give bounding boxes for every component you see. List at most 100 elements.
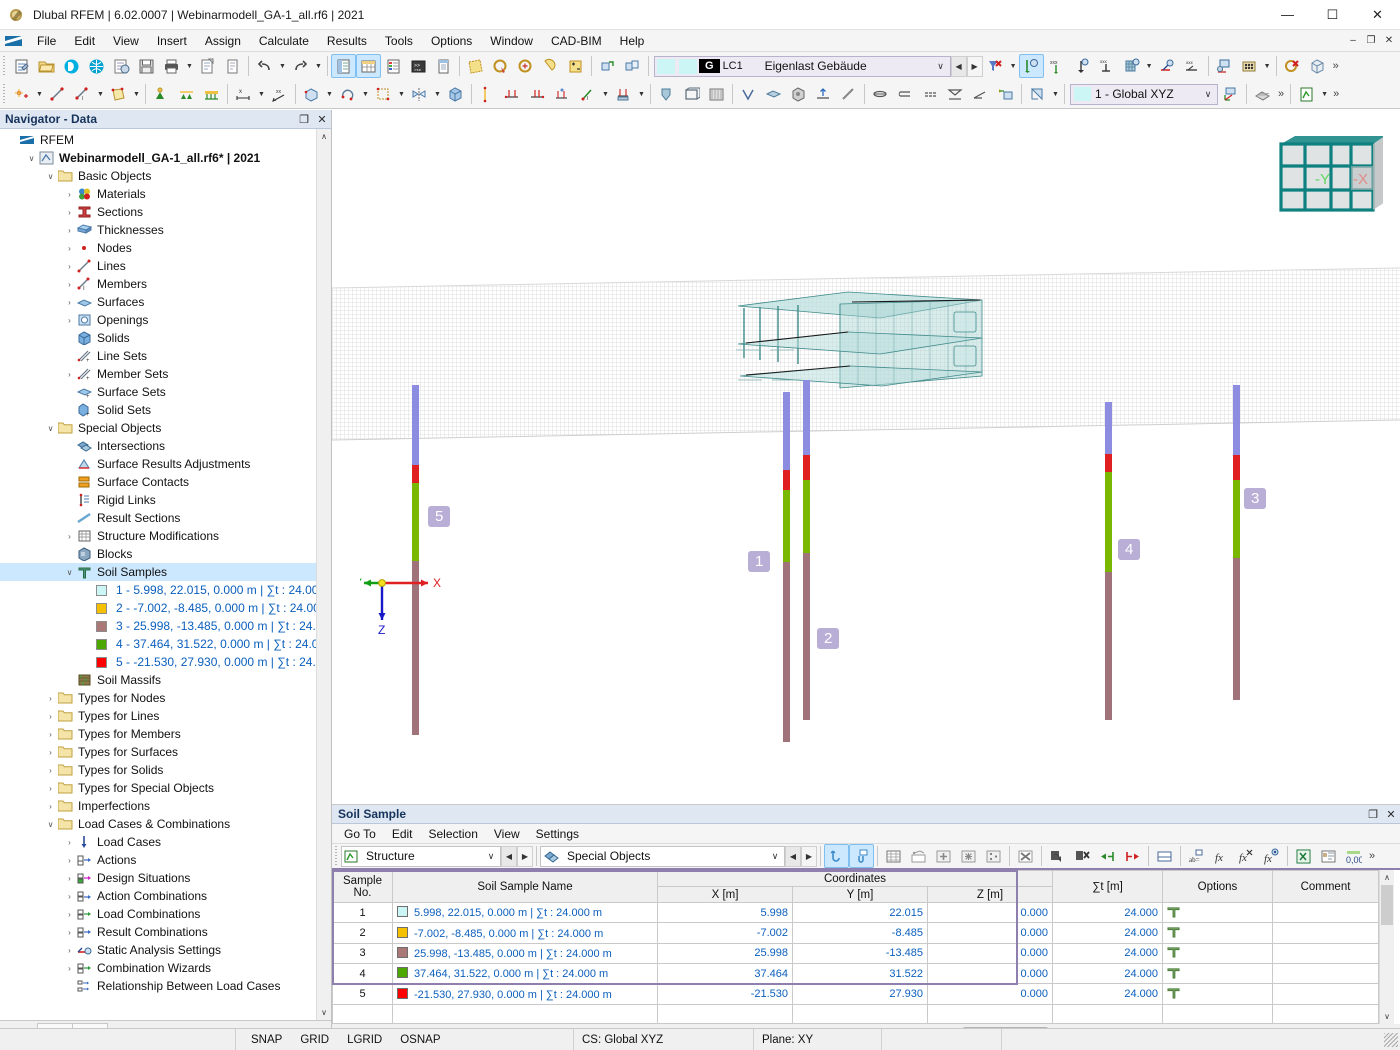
print-dropdown-arrow[interactable]: ▼ [184, 63, 195, 70]
cell-soil-sample-name[interactable]: 5.998, 22.015, 0.000 m | ∑t : 24.000 m [392, 901, 658, 924]
solid-loads-dropdown-arrow[interactable]: ▼ [1144, 63, 1155, 70]
cell-y[interactable]: -13.485 [792, 942, 928, 965]
mdi-close-button[interactable]: ✕ [1380, 32, 1398, 49]
tree-expander-icon[interactable]: › [44, 802, 57, 811]
printout-report-button[interactable] [195, 54, 220, 78]
render-model-button[interactable] [1305, 54, 1330, 78]
tree-expander-icon[interactable]: › [44, 784, 57, 793]
tree-expander-icon[interactable]: › [63, 280, 76, 289]
soil-panel-restore-button[interactable]: ❐ [1364, 806, 1382, 823]
object-prev-button[interactable]: ◀ [785, 845, 801, 867]
tree-expander-icon[interactable]: › [44, 766, 57, 775]
minimize-button[interactable]: — [1265, 0, 1310, 30]
extrude-dropdown-arrow[interactable]: ▼ [324, 91, 335, 98]
menu-window[interactable]: Window [481, 31, 542, 51]
tree-expander-icon[interactable]: › [63, 910, 76, 919]
maximize-button[interactable]: ☐ [1310, 0, 1355, 30]
console-button[interactable]: >> >sc [406, 54, 431, 78]
tree-item-soil-samples[interactable]: ∨ Soil Samples [0, 563, 316, 581]
navigator-scrollbar[interactable]: ∧ ∨ [316, 129, 331, 1020]
menu-view[interactable]: View [104, 31, 148, 51]
open-model-button[interactable] [34, 54, 59, 78]
tree-expander-icon[interactable]: › [63, 856, 76, 865]
tree-item-combination-wizards[interactable]: › Combination Wizards [0, 959, 316, 977]
tree-item-lines[interactable]: › Lines [0, 257, 316, 275]
soil-menu-selection[interactable]: Selection [421, 825, 486, 843]
cell-x[interactable]: 5.998 [657, 901, 793, 924]
move-button[interactable] [595, 54, 620, 78]
imposed-deform-button[interactable]: xxx [1180, 54, 1205, 78]
cell-y[interactable]: -8.485 [792, 922, 928, 944]
tree-item-load-cases-combinations[interactable]: ∨ Load Cases & Combinations [0, 815, 316, 833]
menu-calculate[interactable]: Calculate [250, 31, 318, 51]
cell-y[interactable]: 22.015 [792, 901, 928, 924]
navigator-restore-button[interactable]: ❐ [295, 111, 313, 128]
tree-item-surfaces[interactable]: › Surfaces [0, 293, 316, 311]
delete-loads-dropdown-arrow[interactable]: ▼ [1008, 63, 1019, 70]
new-support-button[interactable] [149, 82, 174, 106]
solid-loads-button[interactable] [1119, 54, 1144, 78]
cell-sample-no[interactable]: 4 [332, 963, 393, 985]
tree-expander-icon[interactable]: › [63, 208, 76, 217]
tree-item-types-for-members[interactable]: › Types for Members [0, 725, 316, 743]
tree-expander-icon[interactable]: › [44, 694, 57, 703]
dlubal-center-button[interactable] [59, 54, 84, 78]
surface-results-dropdown-arrow[interactable]: ▼ [1050, 91, 1061, 98]
surface-thickness-button[interactable] [611, 82, 636, 106]
load-display-1-button[interactable] [868, 82, 893, 106]
menu-file[interactable]: File [28, 31, 65, 51]
soil-menu-go-to[interactable]: Go To [336, 825, 384, 843]
cell-z[interactable]: 0.000 [927, 983, 1053, 1005]
col-header-z[interactable]: Z [m] [927, 886, 1053, 903]
view-mode-button[interactable] [654, 82, 679, 106]
tree-expander-icon[interactable]: › [63, 244, 76, 253]
surface-thickness-dropdown-arrow[interactable]: ▼ [636, 91, 647, 98]
property-panel-button[interactable] [431, 54, 456, 78]
col-header-sum-t[interactable]: ∑t [m] [1052, 870, 1163, 903]
new-surface-dropdown-arrow[interactable]: ▼ [131, 91, 142, 98]
view-cube[interactable]: -Y -X [1273, 130, 1392, 223]
cell-soil-sample-name[interactable]: 37.464, 31.522, 0.000 m | ∑t : 24.000 m [392, 963, 658, 985]
load-wizard-button[interactable] [1212, 54, 1237, 78]
cell-z[interactable]: 0.000 [927, 901, 1053, 924]
structure-next-button[interactable]: ▶ [517, 845, 533, 867]
menu-insert[interactable]: Insert [148, 31, 196, 51]
cell-sum-t[interactable]: 24.000 [1052, 922, 1163, 944]
cell-z[interactable]: 0.000 [927, 963, 1053, 985]
calculate-button[interactable] [1237, 54, 1262, 78]
cell-sum-t[interactable]: 24.000 [1052, 942, 1163, 965]
cell-empty[interactable] [927, 1003, 1053, 1024]
tree-item-openings[interactable]: › Openings [0, 311, 316, 329]
table-view-dropdown-arrow[interactable]: ▼ [1319, 91, 1330, 98]
member-hinge-dropdown-arrow[interactable]: ▼ [600, 91, 611, 98]
new-node-dropdown-arrow[interactable]: ▼ [34, 91, 45, 98]
rotate-dropdown-arrow[interactable]: ▼ [360, 91, 371, 98]
dimension-dropdown-arrow[interactable]: ▼ [256, 91, 267, 98]
tree-expander-icon[interactable]: › [63, 226, 76, 235]
select-by-window-button[interactable] [463, 54, 488, 78]
select-in-graphic-button[interactable] [824, 844, 849, 868]
3d-viewport[interactable]: 5 1 2 4 3 X Z -Y -X [332, 110, 1400, 805]
tree-item-blocks[interactable]: Blocks [0, 545, 316, 563]
lgrid-toggle[interactable]: LGRID [340, 1032, 389, 1048]
surface-view-button[interactable] [761, 82, 786, 106]
menu-tools[interactable]: Tools [376, 31, 422, 51]
scroll-up-button[interactable]: ∧ [317, 129, 331, 144]
cell-empty[interactable] [1272, 1003, 1379, 1024]
menu-edit[interactable]: Edit [65, 31, 104, 51]
tree-expander-icon[interactable]: › [44, 712, 57, 721]
tree-item-design-situations[interactable]: › Design Situations [0, 869, 316, 887]
table-row[interactable]: 3 25.998, -13.485, 0.000 m | ∑t : 24.000 … [332, 942, 1379, 965]
tree-item-types-for-special-objects[interactable]: › Types for Special Objects [0, 779, 316, 797]
toolbar-overflow-button[interactable]: » [1330, 60, 1342, 72]
cell-empty[interactable] [332, 1003, 393, 1024]
coordinate-system-selector[interactable]: 1 - Global XYZ ∨ [1070, 83, 1218, 105]
new-line-button[interactable] [45, 82, 70, 106]
toolbar-overflow-button-3[interactable]: » [1330, 88, 1342, 100]
scale-dropdown-arrow[interactable]: ▼ [396, 91, 407, 98]
tree-item-materials[interactable]: › Materials [0, 185, 316, 203]
tree-item-load-combinations[interactable]: › Load Combinations [0, 905, 316, 923]
tree-item-3-25-998-13-485-0-000-m-t-24-000-m[interactable]: 3 - 25.998, -13.485, 0.000 m | ∑t : 24.0… [0, 617, 316, 635]
select-plus-minus-button[interactable] [563, 54, 588, 78]
show-loads-button[interactable] [1018, 54, 1044, 78]
